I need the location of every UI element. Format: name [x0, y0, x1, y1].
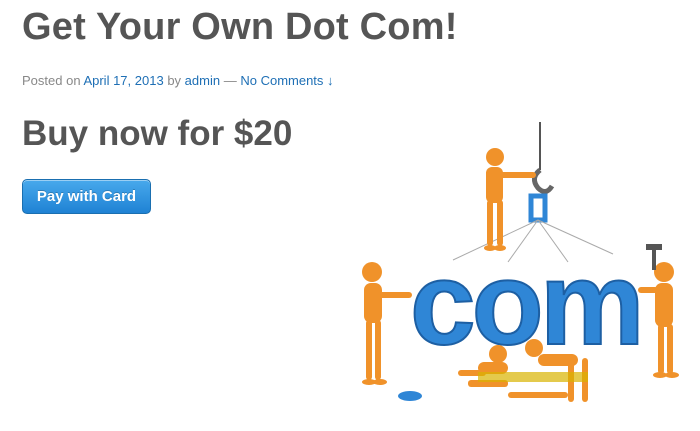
post-title: Get Your Own Dot Com! — [22, 6, 458, 48]
by-label: by — [167, 73, 182, 88]
figure-left — [362, 262, 412, 385]
platform — [478, 372, 588, 382]
figure-right — [638, 244, 679, 378]
post-date-link[interactable]: April 17, 2013 — [83, 73, 163, 88]
meta-separator: — — [223, 73, 237, 88]
post-meta: Posted on April 17, 2013 by admin — No C… — [22, 73, 334, 88]
dot-com-construction-illustration: com — [362, 122, 679, 402]
price-heading: Buy now for $20 — [22, 114, 293, 153]
author-link[interactable]: admin — [185, 73, 220, 88]
pay-with-card-button[interactable]: Pay with Card — [22, 179, 151, 214]
posted-on-label: Posted on — [22, 73, 81, 88]
comments-link[interactable]: No Comments ↓ — [240, 73, 333, 88]
figure-on-top — [484, 148, 536, 251]
dropped-piece — [398, 391, 422, 401]
